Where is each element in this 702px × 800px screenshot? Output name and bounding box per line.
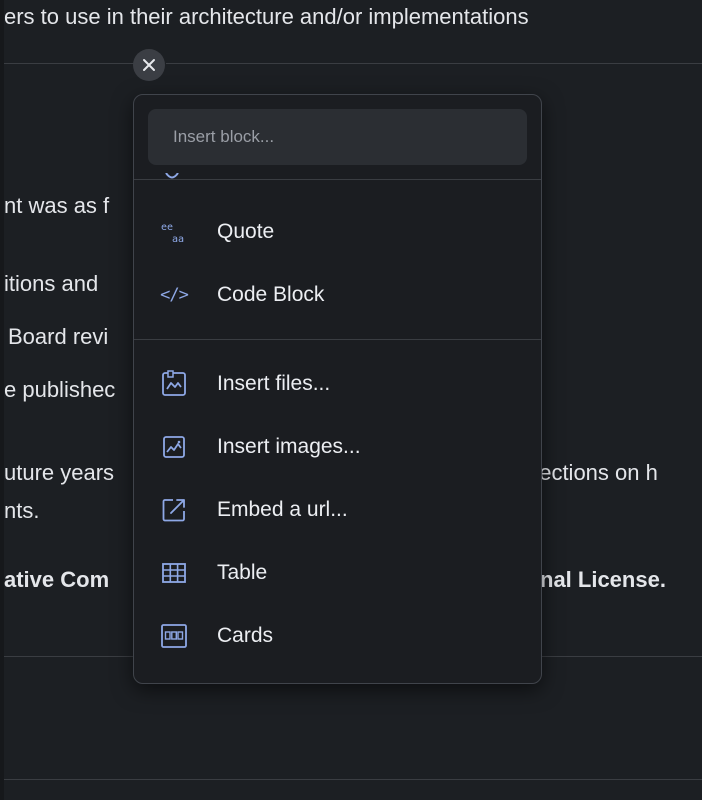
- table-icon: [160, 559, 188, 587]
- background-text-line: nt was as f: [4, 193, 110, 218]
- embed-icon: [160, 496, 188, 524]
- menu-item-label: Cards: [217, 624, 274, 647]
- background-text-line: e publishec: [4, 377, 116, 402]
- search-placeholder: Insert block...: [173, 127, 275, 146]
- background-text-line: Board revi: [8, 324, 109, 349]
- menu-item-label: Quote: [217, 220, 275, 243]
- background-text-line: uture years: [4, 460, 115, 485]
- menu-item-code-block[interactable]: </> Code Block: [134, 267, 541, 323]
- menu-divider: [134, 339, 541, 340]
- menu-item-quote[interactable]: ee aa Quote: [134, 204, 541, 260]
- menu-item-insert-images[interactable]: Insert images...: [134, 419, 541, 475]
- background-text-line: itions and: [4, 271, 99, 296]
- menu-item-table[interactable]: Table: [134, 545, 541, 601]
- menu-item-cards[interactable]: Cards: [134, 608, 541, 664]
- menu-item-embed-url[interactable]: Embed a url...: [134, 482, 541, 538]
- insert-block-menu: Insert block... ee aa Quote </> Code Blo…: [133, 94, 542, 684]
- divider: [540, 656, 702, 657]
- file-icon: [160, 370, 188, 398]
- close-button[interactable]: [133, 49, 165, 81]
- menu-item-label: Insert images...: [217, 435, 361, 458]
- background-text-line: ative Com: [4, 567, 110, 592]
- menu-item-label: Insert files...: [217, 372, 331, 395]
- divider: [4, 779, 702, 780]
- menu-item-label: Embed a url...: [217, 498, 348, 521]
- menu-item-label: Table: [217, 561, 268, 584]
- close-icon: [143, 59, 155, 71]
- background-text-line: ers to use in their architecture and/or …: [4, 4, 529, 29]
- quote-icon: ee aa: [160, 218, 188, 246]
- menu-divider: [134, 179, 541, 180]
- divider: [4, 656, 134, 657]
- divider: [4, 63, 134, 64]
- background-text-line: nal License.: [540, 567, 666, 592]
- image-icon: [160, 433, 188, 461]
- svg-text:ee: ee: [161, 222, 173, 233]
- background-text-line: irections on h: [527, 460, 658, 485]
- divider: [166, 63, 702, 64]
- menu-item-insert-files[interactable]: Insert files...: [134, 356, 541, 412]
- code-icon: </>: [160, 285, 189, 305]
- svg-text:aa: aa: [172, 234, 184, 245]
- menu-item-label: Code Block: [217, 283, 325, 306]
- background-text-line: nts.: [4, 498, 40, 523]
- cards-icon: [160, 622, 188, 650]
- scrolled-item-icon: [165, 173, 179, 179]
- insert-block-search[interactable]: Insert block...: [148, 109, 527, 165]
